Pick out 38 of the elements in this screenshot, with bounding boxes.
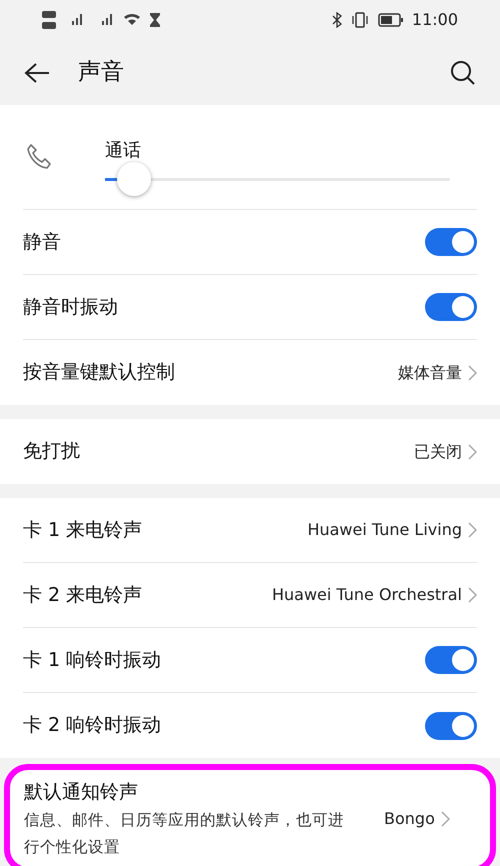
setting-label: 卡 1 来电铃声 bbox=[23, 518, 144, 543]
chevron-icon bbox=[468, 522, 477, 538]
setting-row[interactable]: 免打扰 已关闭 bbox=[23, 419, 477, 484]
slider-label: 通话 bbox=[105, 139, 141, 163]
status-time: 11:00 bbox=[412, 9, 458, 31]
setting-row[interactable]: 按音量键默认控制 媒体音量 bbox=[23, 340, 477, 405]
battery-icon bbox=[378, 13, 404, 27]
bluetooth-icon bbox=[332, 12, 342, 28]
setting-label: 卡 2 来电铃声 bbox=[23, 582, 144, 608]
chevron-icon bbox=[440, 811, 450, 828]
slider-thumb[interactable] bbox=[116, 162, 151, 196]
vibrate-icon bbox=[350, 12, 370, 28]
chevron-icon bbox=[468, 444, 477, 460]
setting-value: 媒体音量 bbox=[398, 362, 462, 384]
toggle-switch[interactable] bbox=[425, 646, 477, 674]
setting-label: 免打扰 bbox=[23, 439, 81, 464]
setting-label: 卡 1 响铃时振动 bbox=[23, 648, 162, 673]
page-title: 声音 bbox=[78, 58, 124, 88]
back-icon[interactable] bbox=[24, 62, 50, 84]
toggle-switch[interactable] bbox=[425, 228, 477, 256]
toggle-switch[interactable] bbox=[425, 293, 477, 321]
chevron-icon bbox=[468, 364, 477, 380]
setting-value: Bongo bbox=[384, 808, 435, 830]
setting-row[interactable]: 默认通知铃声 信息、邮件、日历等应用的默认铃声，也可进行个性化设置 Bongo bbox=[24, 770, 476, 866]
search-icon[interactable] bbox=[450, 60, 476, 86]
setting-label: 按音量键默认控制 bbox=[23, 360, 176, 386]
setting-row[interactable]: 卡 1 来电铃声 Huawei Tune Living bbox=[23, 498, 477, 563]
setting-value: Huawei Tune Orchestral bbox=[272, 584, 462, 606]
setting-label: 静音 bbox=[23, 230, 62, 255]
setting-row[interactable]: 卡 2 来电铃声 Huawei Tune Orchestral bbox=[23, 563, 477, 628]
setting-label: 默认通知铃声 bbox=[24, 780, 138, 805]
setting-value: 已关闭 bbox=[414, 440, 462, 462]
toggle-switch[interactable] bbox=[425, 712, 477, 740]
chevron-icon bbox=[468, 587, 477, 603]
setting-description: 信息、邮件、日历等应用的默认铃声，也可进行个性化设置 bbox=[24, 810, 345, 858]
setting-label: 卡 2 响铃时振动 bbox=[23, 713, 162, 738]
setting-label: 静音时振动 bbox=[23, 294, 119, 320]
setting-value: Huawei Tune Living bbox=[307, 519, 462, 541]
